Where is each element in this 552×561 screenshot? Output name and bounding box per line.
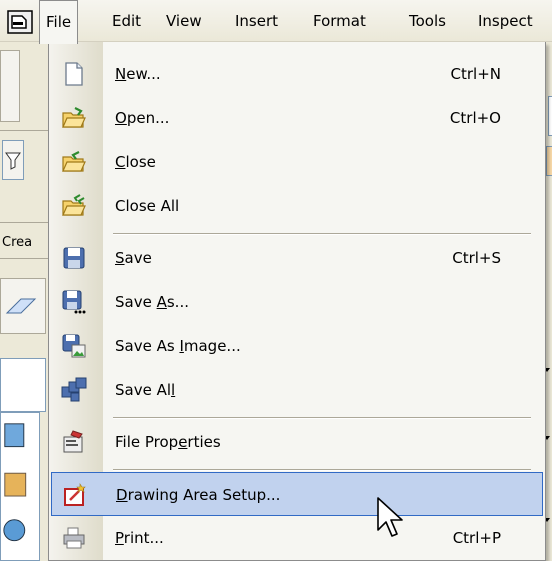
save-as-image-icon	[62, 334, 86, 358]
close-folder-icon	[62, 151, 86, 172]
save-all-icon	[61, 377, 87, 402]
menu-bar: File Edit View Insert Format Tools Inspe…	[0, 0, 552, 44]
open-folder-icon	[62, 107, 86, 128]
menu-inspect[interactable]: Inspect	[472, 0, 539, 42]
shortcut-label: Ctrl+P	[452, 529, 501, 547]
filter-icon[interactable]	[2, 140, 24, 180]
bg-toolbar-button[interactable]	[0, 50, 20, 122]
toolbar-label: Crea	[2, 235, 33, 250]
save-as-disk-icon	[62, 290, 86, 314]
bg-right-button[interactable]	[546, 146, 552, 176]
new-document-icon	[65, 62, 83, 86]
menu-insert[interactable]: Insert	[229, 0, 284, 42]
menu-view[interactable]: View	[160, 0, 208, 42]
bg-tab[interactable]	[0, 278, 46, 334]
bg-panel	[0, 358, 46, 412]
shortcut-label: Ctrl+N	[450, 65, 501, 83]
menu-separator	[113, 233, 531, 235]
printer-icon	[63, 527, 85, 549]
menu-separator	[113, 469, 531, 471]
menu-item-close-all[interactable]: Close All	[51, 184, 543, 228]
menu-tools[interactable]: Tools	[403, 0, 452, 42]
file-menu-dropdown: New... Ctrl+N Open... Ctrl+O Close Close…	[48, 42, 546, 561]
menu-item-print[interactable]: Print... Ctrl+P	[51, 516, 543, 560]
menu-format[interactable]: Format	[307, 0, 372, 42]
menu-item-save-as-image[interactable]: Save As Image...	[51, 324, 543, 368]
close-all-folder-icon	[62, 194, 86, 216]
menu-item-open[interactable]: Open... Ctrl+O	[51, 96, 543, 140]
menu-item-close[interactable]: Close	[51, 140, 543, 184]
mouse-cursor-icon	[377, 497, 403, 537]
menu-item-save[interactable]: Save Ctrl+S	[51, 236, 543, 280]
shortcut-label: Ctrl+O	[449, 109, 501, 127]
menu-edit[interactable]: Edit	[106, 0, 147, 42]
menu-separator	[113, 417, 531, 419]
drawing-area-setup-icon	[64, 483, 86, 506]
menu-item-save-as[interactable]: Save As...	[51, 280, 543, 324]
file-properties-icon	[63, 430, 83, 453]
menu-item-save-all[interactable]: Save All	[51, 368, 543, 412]
bg-right-control[interactable]	[548, 96, 552, 136]
save-disk-icon	[63, 247, 85, 269]
menu-item-new[interactable]: New... Ctrl+N	[51, 52, 543, 96]
app-icon[interactable]	[7, 10, 33, 34]
menu-item-drawing-area-setup[interactable]: Drawing Area Setup...	[51, 472, 543, 516]
menu-item-file-properties[interactable]: File Properties	[51, 420, 543, 464]
bg-list[interactable]	[0, 412, 40, 561]
menu-file[interactable]: File	[39, 0, 79, 44]
shortcut-label: Ctrl+S	[452, 249, 501, 267]
